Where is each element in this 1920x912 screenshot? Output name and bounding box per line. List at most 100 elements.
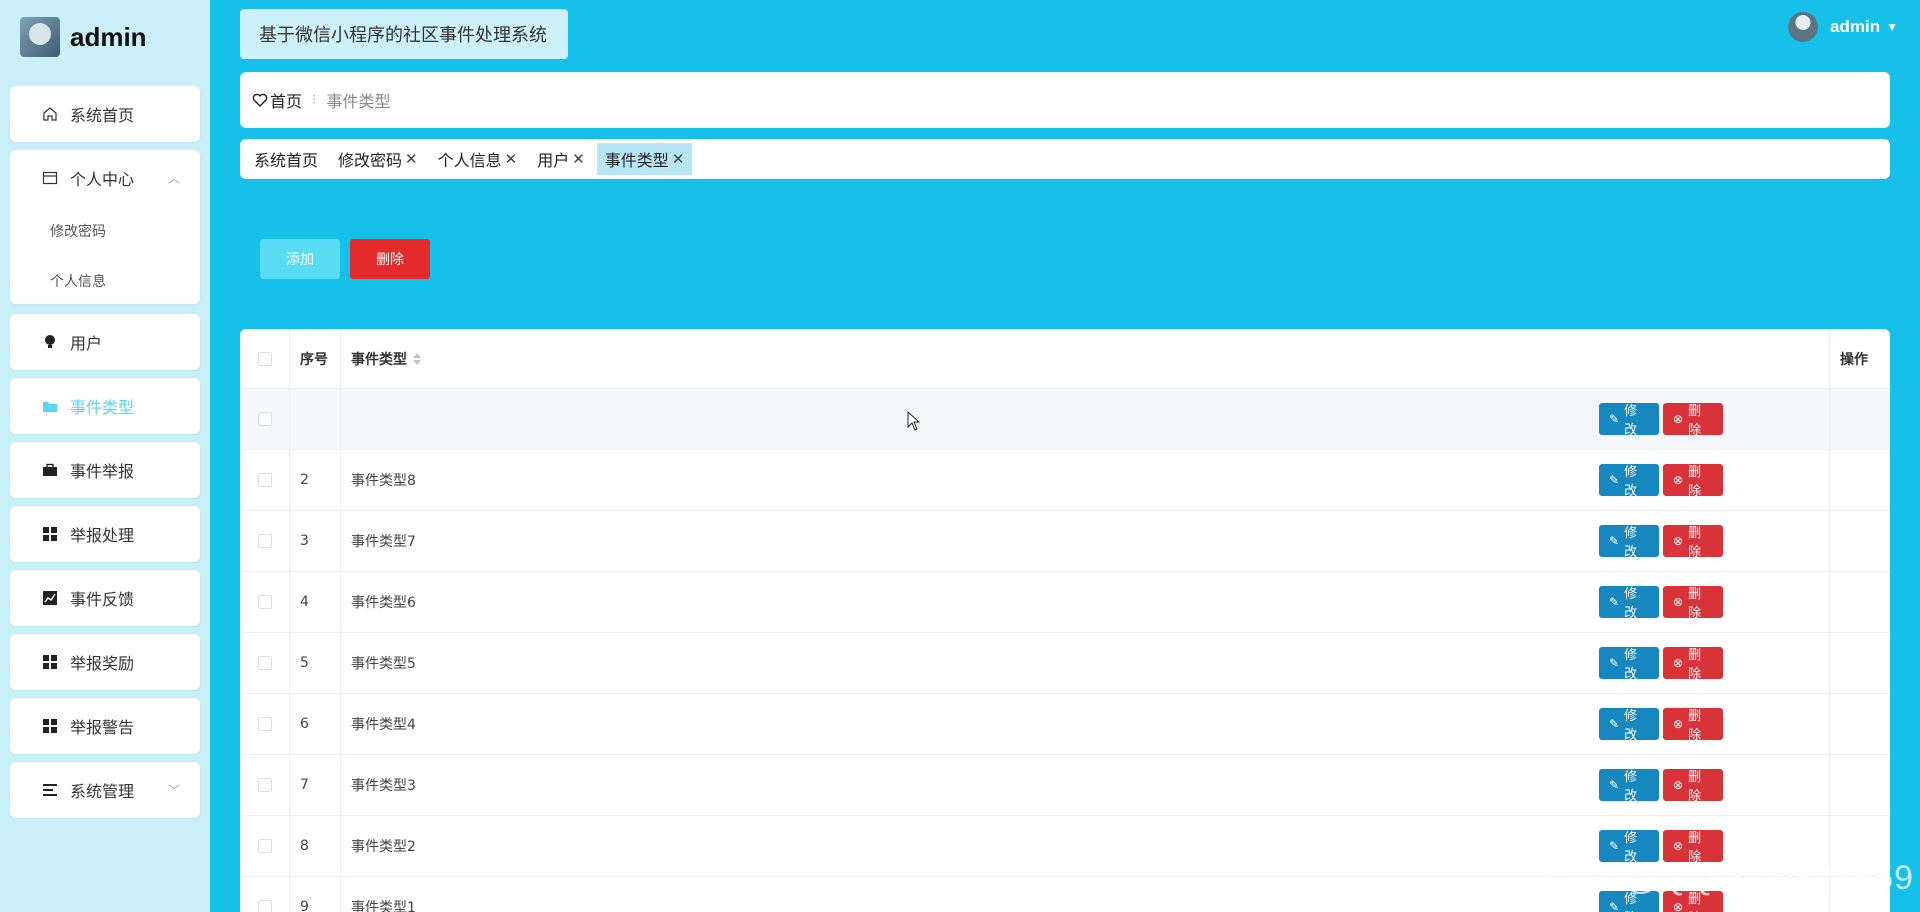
row-actions: ✎修改⊗删除 [1599,389,1727,449]
close-icon[interactable]: ✕ [672,150,685,168]
column-header-name[interactable]: 事件类型 [341,329,1830,388]
edit-button[interactable]: ✎修改 [1599,769,1659,804]
row-checkbox[interactable] [257,900,272,912]
delete-button[interactable]: ⊗删除 [1663,464,1723,499]
table-row[interactable]: 2 事件类型8 ✎ 修改 ⊗ 删除 [240,450,1890,511]
row-actions: ✎修改⊗删除 [1599,450,1727,510]
tag-home[interactable]: 系统首页 [246,143,326,175]
briefcase-icon [42,462,58,478]
sidebar-item-label: 个人中心 [70,170,135,189]
data-table: 序号 事件类型 操作 ✎ 修改 ⊗ 删除 2 事件类型8 ✎ 修改 ⊗ 删除 3 事件类型7 ✎ 修改 ⊗ 删… [240,329,1890,912]
column-header-ops: 操作 [1840,351,1868,368]
grid-icon [42,526,58,542]
row-checkbox[interactable] [257,473,272,487]
sort-icon[interactable] [413,352,421,365]
delete-button[interactable]: ⊗删除 [1663,830,1723,865]
delete-button[interactable]: ⊗删除 [1663,525,1723,560]
row-checkbox[interactable] [257,412,272,426]
row-actions: ✎修改⊗删除 [1599,572,1727,632]
edit-button[interactable]: ✎修改 [1599,586,1659,621]
sidebar: admin 系统首页 个人中心 ︿ 修改密码 个人信息 用户 事件类型 事件举报… [0,0,210,912]
row-checkbox[interactable] [257,839,272,853]
close-icon[interactable]: ✕ [505,150,518,168]
table-row[interactable]: ✎ 修改 ⊗ 删除 [240,389,1890,450]
table-row[interactable]: 3 事件类型7 ✎ 修改 ⊗ 删除 [240,511,1890,572]
edit-button[interactable]: ✎修改 [1599,464,1659,499]
breadcrumb-home[interactable]: 首页 [252,88,302,112]
edit-button[interactable]: ✎修改 [1599,830,1659,865]
table-row[interactable]: 5 事件类型5 ✎ 修改 ⊗ 删除 [240,633,1890,694]
avatar [1788,12,1819,42]
table-row[interactable]: 7 事件类型3 ✎ 修改 ⊗ 删除 [240,755,1890,816]
pencil-icon: ✎ [1609,717,1620,731]
close-circle-icon: ⊗ [1673,412,1684,426]
add-button[interactable]: 添加 [260,239,340,279]
row-checkbox[interactable] [257,778,272,792]
delete-button[interactable]: ⊗删除 [1663,708,1723,743]
watermark: CSDN @QQ2079523559 [1513,859,1914,897]
row-checkbox[interactable] [257,534,272,548]
sidebar-item-event-feedback[interactable]: 事件反馈 [10,570,200,626]
tag-users[interactable]: 用户 ✕ [529,143,593,175]
list-icon [42,782,58,798]
table-row[interactable]: 6 事件类型4 ✎ 修改 ⊗ 删除 [240,694,1890,755]
brand: admin [20,16,147,58]
row-index: 8 [290,816,341,876]
tag-profile[interactable]: 个人信息 ✕ [430,143,526,175]
sidebar-item-label: 举报警告 [70,718,135,737]
sidebar-item-label: 事件反馈 [70,590,135,609]
delete-button[interactable]: ⊗删除 [1663,769,1723,804]
sidebar-item-system[interactable]: 系统管理 ﹀ [10,762,200,818]
breadcrumb: 首页 ⁝ 事件类型 [240,72,1890,128]
pencil-icon: ✎ [1609,534,1620,548]
pencil-icon: ✎ [1609,473,1620,487]
system-title: 基于微信小程序的社区事件处理系统 [240,9,568,59]
column-header-index: 序号 [290,329,341,388]
sidebar-subitem-change-password[interactable]: 修改密码 [10,206,200,256]
sidebar-item-report-handling[interactable]: 举报处理 [10,506,200,562]
edit-button[interactable]: ✎修改 [1599,647,1659,682]
sidebar-item-event-report[interactable]: 事件举报 [10,442,200,498]
table-row[interactable]: 4 事件类型6 ✎ 修改 ⊗ 删除 [240,572,1890,633]
close-circle-icon: ⊗ [1673,778,1684,792]
card-icon [42,170,58,186]
row-index: 3 [290,511,341,571]
sidebar-item-report-warning[interactable]: 举报警告 [10,698,200,754]
sidebar-item-users[interactable]: 用户 [10,314,200,370]
edit-button[interactable]: ✎修改 [1599,403,1659,438]
caret-down-icon: ▼ [1886,20,1898,34]
chevron-down-icon: ﹀ [167,783,180,798]
tag-event-type[interactable]: 事件类型 ✕ [596,143,693,175]
sidebar-item-event-type[interactable]: 事件类型 [10,378,200,434]
close-circle-icon: ⊗ [1673,595,1684,609]
close-icon[interactable]: ✕ [405,150,418,168]
pencil-icon: ✎ [1609,839,1620,853]
tag-change-password[interactable]: 修改密码 ✕ [330,143,426,175]
delete-button[interactable]: ⊗删除 [1663,403,1723,438]
sidebar-subitem-profile[interactable]: 个人信息 [10,256,200,306]
chevron-up-icon: ︿ [167,171,180,186]
select-all-checkbox[interactable] [257,351,272,366]
sidebar-item-label: 事件举报 [70,462,135,481]
batch-delete-button[interactable]: 删除 [350,239,430,279]
sidebar-item-personal[interactable]: 个人中心 ︿ [10,150,200,206]
breadcrumb-current: 事件类型 [326,92,391,111]
tags-bar: 系统首页 修改密码 ✕ 个人信息 ✕ 用户 ✕ 事件类型 ✕ [240,139,1890,179]
sidebar-item-report-reward[interactable]: 举报奖励 [10,634,200,690]
close-icon[interactable]: ✕ [572,150,585,168]
pencil-icon: ✎ [1609,412,1620,426]
row-checkbox[interactable] [257,656,272,670]
row-checkbox[interactable] [257,595,272,609]
delete-button[interactable]: ⊗删除 [1663,647,1723,682]
user-menu[interactable]: admin ▼ [1788,10,1898,44]
row-checkbox[interactable] [257,717,272,731]
table-header: 序号 事件类型 操作 [240,329,1890,389]
sidebar-item-label: 事件类型 [70,398,135,417]
edit-button[interactable]: ✎修改 [1599,708,1659,743]
edit-button[interactable]: ✎修改 [1599,525,1659,560]
pencil-icon: ✎ [1609,900,1620,912]
delete-button[interactable]: ⊗删除 [1663,586,1723,621]
row-index: 4 [290,572,341,632]
sidebar-item-home[interactable]: 系统首页 [10,86,200,142]
folder-icon [42,398,58,414]
